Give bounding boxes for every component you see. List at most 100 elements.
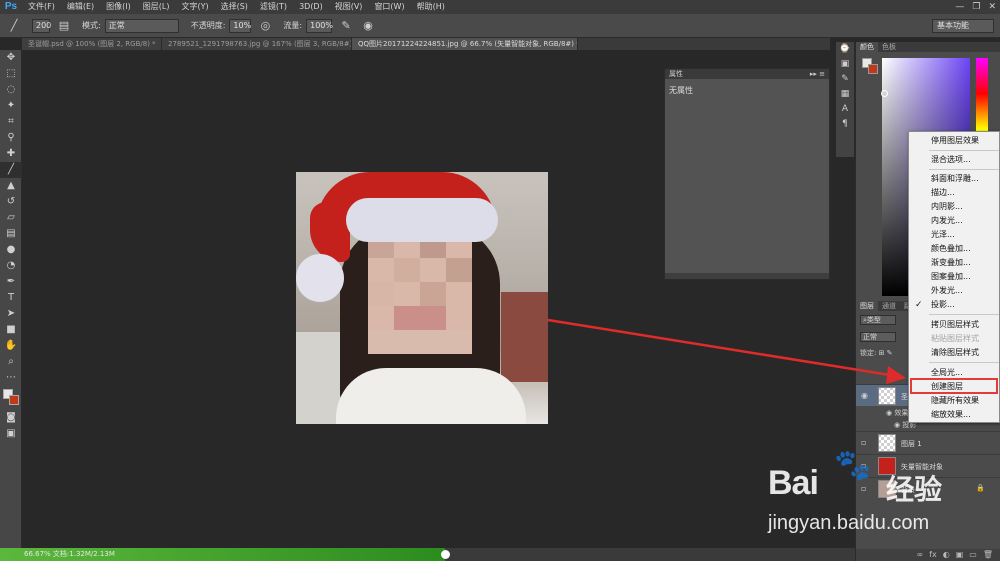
mode-select[interactable]: 正常 bbox=[104, 18, 179, 33]
extra-tools-icon[interactable]: ⋯ bbox=[0, 370, 22, 386]
new-layer-icon[interactable]: ▭ bbox=[969, 549, 977, 561]
close-icon[interactable]: ✕ bbox=[988, 2, 996, 12]
pressure-size-icon[interactable]: ◉ bbox=[360, 18, 376, 34]
menu-type[interactable]: 文字(Y) bbox=[175, 0, 214, 14]
menu-edit[interactable]: 编辑(E) bbox=[61, 0, 100, 14]
clone-source-panel-icon[interactable]: ▦ bbox=[836, 87, 854, 102]
brush-tool-icon[interactable]: ╱ bbox=[6, 18, 22, 34]
menu-item-clear-style[interactable]: 清除图层样式 bbox=[909, 346, 1000, 360]
brush-panel-icon[interactable]: ✎ bbox=[836, 72, 854, 87]
menu-select[interactable]: 选择(S) bbox=[215, 0, 254, 14]
menu-item-scale-effects[interactable]: 缩放效果... bbox=[909, 408, 1000, 422]
workspace-select[interactable]: 基本功能 bbox=[932, 19, 994, 33]
group-icon[interactable]: ▣ bbox=[956, 549, 964, 561]
quick-mask-icon[interactable]: ◙ bbox=[0, 410, 22, 426]
shape-tool-icon[interactable]: ■ bbox=[0, 322, 22, 338]
brush-size-picker[interactable]: 200 bbox=[32, 18, 51, 33]
eye-icon[interactable]: ◉ bbox=[861, 391, 868, 400]
lasso-tool-icon[interactable]: ◌ bbox=[0, 82, 22, 98]
adjustment-layer-icon[interactable]: ◐ bbox=[943, 549, 950, 561]
menu-item-blending-options[interactable]: 混合选项... bbox=[909, 153, 1000, 167]
color-panel-background[interactable] bbox=[868, 64, 878, 74]
move-tool-icon[interactable]: ✥ bbox=[0, 50, 22, 66]
brush-tool-icon[interactable]: ╱ bbox=[0, 162, 22, 178]
add-style-icon[interactable]: fx bbox=[929, 549, 937, 561]
menu-item-color-overlay[interactable]: 颜色叠加... bbox=[909, 242, 1000, 256]
menu-item-gradient-overlay[interactable]: 渐变叠加... bbox=[909, 256, 1000, 270]
menu-filter[interactable]: 滤镜(T) bbox=[254, 0, 293, 14]
menu-file[interactable]: 文件(F) bbox=[22, 0, 61, 14]
marquee-tool-icon[interactable]: ⬚ bbox=[0, 66, 22, 82]
crop-tool-icon[interactable]: ⌗ bbox=[0, 114, 22, 130]
properties-panel-icon[interactable]: ▣ bbox=[836, 57, 854, 72]
menu-item-hide-all-effects[interactable]: 隐藏所有效果 bbox=[909, 394, 1000, 408]
character-panel-icon[interactable]: A bbox=[836, 102, 854, 117]
menu-item-stroke[interactable]: 描边... bbox=[909, 186, 1000, 200]
gradient-tool-icon[interactable]: ▤ bbox=[0, 226, 22, 242]
menu-window[interactable]: 窗口(W) bbox=[368, 0, 410, 14]
layer-kind-filter[interactable]: ⌕类型 bbox=[860, 315, 896, 325]
zoom-tool-icon[interactable]: ⌕ bbox=[0, 354, 22, 370]
properties-body: 无属性 bbox=[669, 86, 693, 95]
eye-icon[interactable]: ▫ bbox=[861, 484, 866, 493]
menu-item-bevel-emboss[interactable]: 斜面和浮雕... bbox=[909, 172, 1000, 186]
paragraph-panel-icon[interactable]: ¶ bbox=[836, 117, 854, 132]
color-picker-ring[interactable] bbox=[881, 90, 888, 97]
brush-panel-icon[interactable]: ▤ bbox=[56, 18, 72, 34]
tab-layers[interactable]: 图层 bbox=[856, 301, 878, 311]
menu-item-inner-shadow[interactable]: 内阴影... bbox=[909, 200, 1000, 214]
healing-tool-icon[interactable]: ✚ bbox=[0, 146, 22, 162]
restore-icon[interactable]: ❐ bbox=[972, 2, 980, 12]
blend-mode-select[interactable]: 正常 bbox=[860, 332, 896, 342]
layer-row[interactable]: ▫ 矢量智能对象 bbox=[856, 454, 1000, 476]
color-swatches[interactable] bbox=[0, 386, 22, 410]
eye-icon[interactable]: ▫ bbox=[861, 438, 866, 447]
pressure-opacity-icon[interactable]: ◎ bbox=[257, 18, 273, 34]
stamp-tool-icon[interactable]: ▲ bbox=[0, 178, 22, 194]
tab-document-2[interactable]: 2789521_1291798763.jpg @ 167% (图层 3, RGB… bbox=[162, 38, 352, 50]
menu-layer[interactable]: 图层(L) bbox=[137, 0, 176, 14]
menu-item-disable-effects[interactable]: 停用图层效果 bbox=[909, 134, 1000, 148]
pen-tool-icon[interactable]: ✒ bbox=[0, 274, 22, 290]
background-color[interactable] bbox=[9, 395, 19, 405]
minimize-icon[interactable]: — bbox=[955, 2, 964, 12]
menu-item-outer-glow[interactable]: 外发光... bbox=[909, 284, 1000, 298]
document-image[interactable] bbox=[296, 172, 548, 424]
trash-icon[interactable]: 🗑 bbox=[983, 549, 993, 561]
eye-icon[interactable]: ▫ bbox=[861, 461, 866, 470]
layer-row[interactable]: ▫ 图层 1 bbox=[856, 431, 1000, 453]
menu-item-inner-glow[interactable]: 内发光... bbox=[909, 214, 1000, 228]
history-panel-icon[interactable]: ⌚ bbox=[836, 42, 854, 57]
menu-help[interactable]: 帮助(H) bbox=[411, 0, 451, 14]
link-layers-icon[interactable]: ∞ bbox=[917, 549, 924, 561]
lock-transparency-icon[interactable]: ⊞ ✎ bbox=[879, 349, 893, 357]
menu-view[interactable]: 视图(V) bbox=[329, 0, 369, 14]
quick-select-tool-icon[interactable]: ✦ bbox=[0, 98, 22, 114]
progress-knob[interactable] bbox=[440, 550, 450, 559]
airbrush-icon[interactable]: ✎ bbox=[338, 18, 354, 34]
flow-input[interactable]: 100% bbox=[306, 18, 333, 33]
type-tool-icon[interactable]: T bbox=[0, 290, 22, 306]
layer-row[interactable]: ▫ 背景 🔒 bbox=[856, 477, 1000, 499]
menu-3d[interactable]: 3D(D) bbox=[293, 0, 329, 14]
dodge-tool-icon[interactable]: ◔ bbox=[0, 258, 22, 274]
menu-image[interactable]: 图像(I) bbox=[100, 0, 137, 14]
history-brush-tool-icon[interactable]: ↺ bbox=[0, 194, 22, 210]
path-select-tool-icon[interactable]: ➤ bbox=[0, 306, 22, 322]
menu-item-pattern-overlay[interactable]: 图案叠加... bbox=[909, 270, 1000, 284]
tab-document-1[interactable]: 圣诞帽.psd @ 100% (图层 2, RGB/8) * bbox=[22, 38, 162, 50]
eyedropper-tool-icon[interactable]: ⚲ bbox=[0, 130, 22, 146]
tab-swatches[interactable]: 色板 bbox=[878, 42, 900, 52]
tab-document-3[interactable]: QQ图片20171224224851.jpg @ 66.7% (矢量智能对象, … bbox=[352, 38, 578, 50]
menu-item-drop-shadow[interactable]: ✓ 投影... bbox=[909, 298, 1000, 312]
menu-item-copy-style[interactable]: 拷贝图层样式 bbox=[909, 318, 1000, 332]
eraser-tool-icon[interactable]: ▱ bbox=[0, 210, 22, 226]
menu-item-satin[interactable]: 光泽... bbox=[909, 228, 1000, 242]
tab-color[interactable]: 颜色 bbox=[856, 42, 878, 52]
hand-tool-icon[interactable]: ✋ bbox=[0, 338, 22, 354]
tab-channels[interactable]: 通道 bbox=[878, 301, 900, 311]
panel-collapse-icon[interactable]: ▸▸ ≡ bbox=[810, 69, 825, 79]
opacity-input[interactable]: 10% bbox=[229, 18, 252, 33]
screen-mode-icon[interactable]: ▣ bbox=[0, 426, 22, 442]
blur-tool-icon[interactable]: ● bbox=[0, 242, 22, 258]
